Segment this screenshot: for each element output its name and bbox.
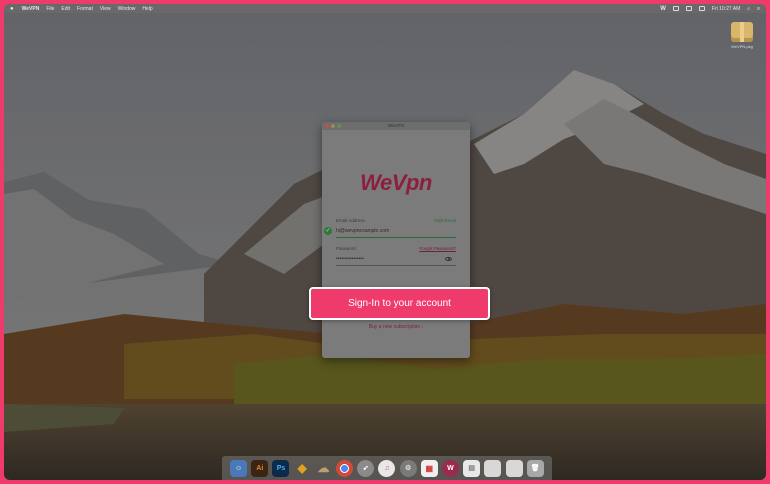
window-titlebar[interactable]: WeVPN	[322, 122, 470, 130]
system-preferences-icon[interactable]: ⚙	[399, 459, 417, 477]
forgot-password-link[interactable]: Forgot Password?	[419, 246, 456, 251]
password-field[interactable]: ••••••••••••••••	[336, 252, 456, 266]
dock: ☺ Ai Ps ◆ ☁ ➶ ♫ ⚙ ▦ W ▤ 🗑	[222, 456, 552, 480]
trash-icon[interactable]: 🗑	[526, 459, 544, 477]
screen-frame: ● WeVPN File Edit Format View Window Hel…	[0, 0, 770, 484]
menu-bar: ● WeVPN File Edit Format View Window Hel…	[4, 4, 766, 13]
launchpad-icon[interactable]: ➶	[357, 459, 375, 477]
battery-icon[interactable]	[685, 6, 692, 11]
finder-icon[interactable]: ☺	[230, 459, 248, 477]
wevpn-status-icon[interactable]: W	[660, 6, 666, 12]
menu-edit[interactable]: Edit	[61, 6, 70, 12]
package-icon	[731, 22, 753, 42]
password-value: ••••••••••••••••	[336, 255, 365, 262]
wevpn-dock-icon[interactable]: W	[441, 459, 459, 477]
email-field-header: Email Address Valid Email	[336, 218, 456, 223]
desktop-file[interactable]: WeVPN.pkg	[727, 22, 757, 49]
chrome-icon[interactable]	[336, 459, 354, 477]
cloud-app-icon[interactable]: ☁	[315, 460, 332, 477]
window-title: WeVPN	[388, 123, 404, 128]
downloads-stack-icon[interactable]	[484, 459, 502, 477]
apple-icon[interactable]: ●	[10, 6, 14, 12]
notifications-icon[interactable]: ≡	[757, 6, 760, 12]
menu-clock[interactable]: Fri 10:27 AM	[712, 6, 740, 12]
menu-window[interactable]: Window	[118, 6, 136, 12]
spotlight-icon[interactable]: ⌕	[747, 6, 750, 12]
menu-app-name[interactable]: WeVPN	[22, 6, 40, 12]
buy-subscription-link[interactable]: Buy a new subscription ›	[322, 324, 470, 330]
menu-help[interactable]: Help	[142, 6, 152, 12]
photoshop-icon[interactable]: Ps	[272, 459, 290, 477]
eye-icon[interactable]	[445, 257, 452, 261]
calendar-icon[interactable]: ▦	[420, 459, 438, 477]
menu-file[interactable]: File	[46, 6, 54, 12]
email-value: hi@wevpnexample.com	[336, 227, 390, 234]
email-label: Email Address	[336, 218, 365, 223]
login-form: Email Address Valid Email ✓ hi@wevpnexam…	[322, 218, 470, 266]
illustrator-icon[interactable]: Ai	[251, 459, 269, 477]
document-icon[interactable]: ▤	[463, 459, 481, 477]
password-label: Password	[336, 246, 356, 251]
sign-in-button[interactable]: Sign-In to your account	[309, 287, 490, 320]
email-valid-status: Valid Email	[433, 218, 456, 223]
itunes-icon[interactable]: ♫	[378, 459, 396, 477]
password-field-header: Password Forgot Password?	[336, 246, 456, 251]
menu-format[interactable]: Format	[77, 6, 93, 12]
wevpn-window: WeVPN WeVpn Email Address Valid Email ✓ …	[322, 122, 470, 358]
sketch-icon[interactable]: ◆	[294, 460, 311, 477]
menu-view[interactable]: View	[100, 6, 111, 12]
display-icon[interactable]	[672, 6, 679, 11]
wevpn-logo: WeVpn	[360, 170, 432, 195]
menu-extras: W Fri 10:27 AM ⌕ ≡	[660, 6, 760, 12]
check-icon: ✓	[324, 227, 332, 235]
wifi-icon[interactable]	[698, 6, 705, 11]
desktop-file-label: WeVPN.pkg	[731, 44, 753, 49]
email-field[interactable]: ✓ hi@wevpnexample.com	[324, 224, 456, 238]
folder-stack-icon[interactable]	[505, 459, 523, 477]
